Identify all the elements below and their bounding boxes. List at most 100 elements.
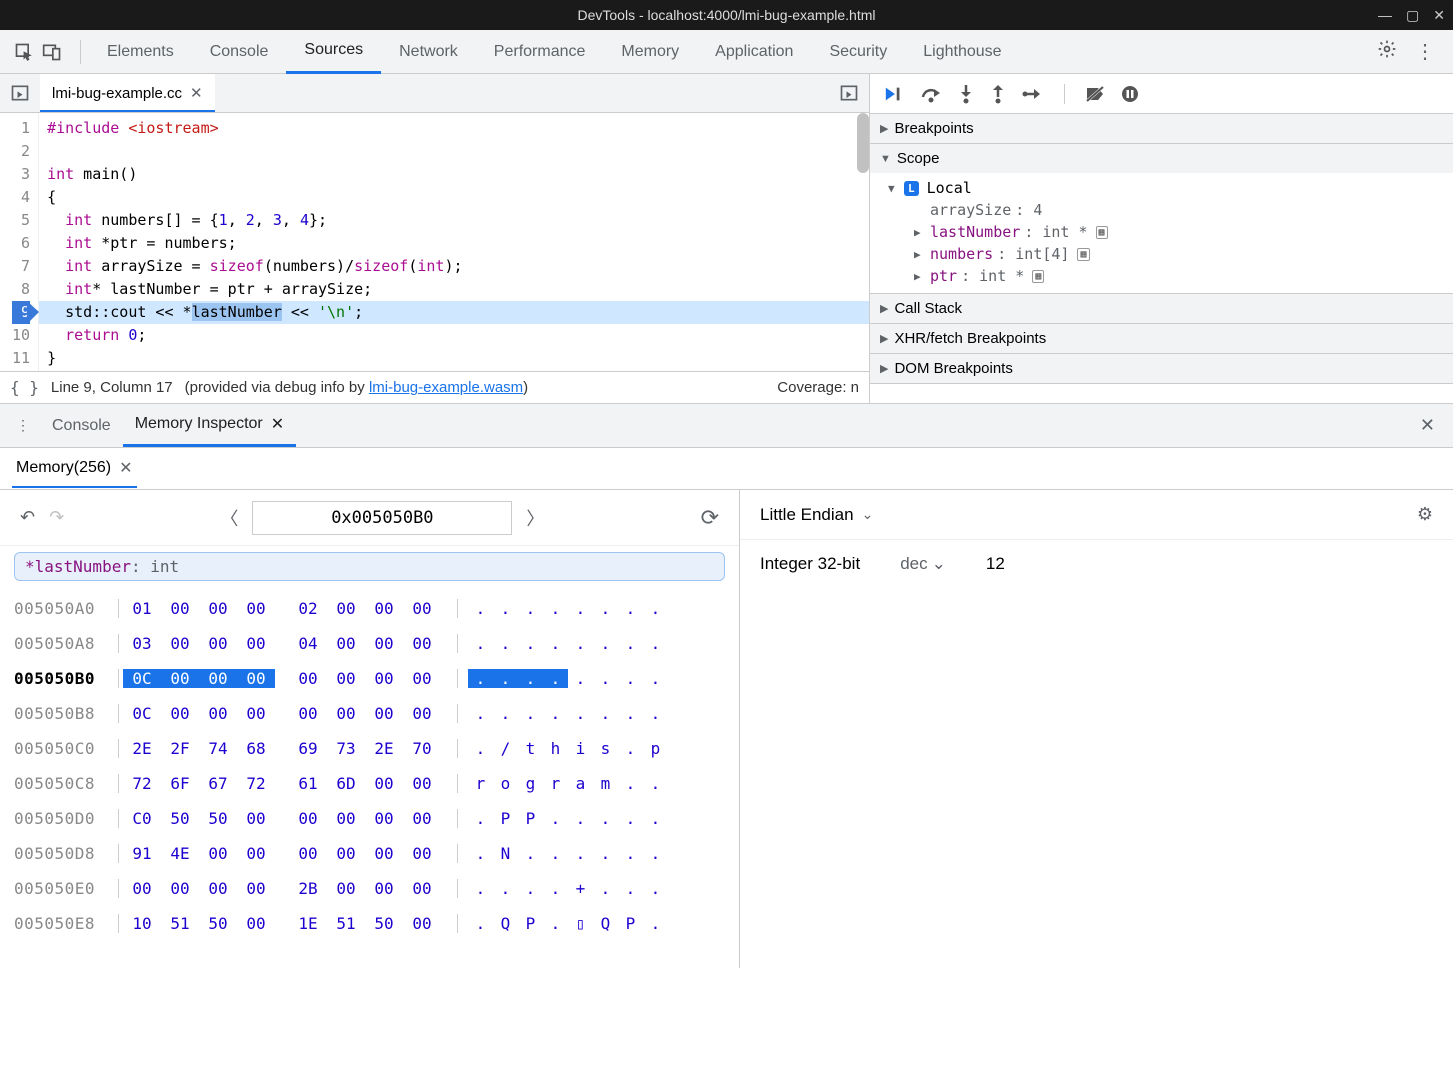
tab-console[interactable]: Console [192,30,287,74]
memory-tab-row: Memory(256) ✕ [0,448,1453,490]
tab-network[interactable]: Network [381,30,476,74]
hex-row[interactable]: 005050E8105150001E515000.QP.▯QP. [14,906,725,941]
maximize-button[interactable]: ▢ [1406,7,1419,24]
cursor-position: Line 9, Column 17 [51,379,173,396]
step-over-icon[interactable] [920,85,942,103]
redo-icon[interactable]: ↷ [49,507,64,528]
memory-icon[interactable]: ▦ [1077,248,1089,261]
hex-row[interactable]: 005050B00C00000000000000........ [14,661,725,696]
pause-exceptions-icon[interactable] [1121,85,1139,103]
code-line[interactable]: std::cout << *lastNumber << '\n'; [39,301,869,324]
code-line[interactable] [39,370,869,371]
step-into-icon[interactable] [958,84,974,104]
code-editor[interactable]: 123456789101112 #include <iostream>int m… [0,113,869,371]
step-icon[interactable] [1022,86,1044,102]
code-line[interactable]: int *ptr = numbers; [39,232,869,255]
highlight-chip[interactable]: *lastNumber: int [14,552,725,581]
drawer-menu-icon[interactable]: ⋮ [6,417,40,434]
code-line[interactable]: #include <iostream> [39,117,869,140]
inspect-element-icon[interactable] [14,42,34,62]
breakpoints-section[interactable]: ▶Breakpoints [870,114,1453,143]
scope-tree: ▼LLocal arraySize: 4▶lastNumber: int *▦▶… [870,173,1453,293]
hex-row[interactable]: 005050A00100000002000000........ [14,591,725,626]
settings-icon[interactable]: ⚙ [1417,504,1433,525]
hex-row[interactable]: 005050D8914E000000000000.N...... [14,836,725,871]
scope-var[interactable]: arraySize: 4 [914,199,1453,221]
settings-icon[interactable] [1377,39,1397,64]
prev-page-icon[interactable]: 〈 [220,505,238,531]
tab-security[interactable]: Security [811,30,905,74]
code-line[interactable]: int arraySize = sizeof(numbers)/sizeof(i… [39,255,869,278]
value-type-label: Integer 32-bit [760,554,860,574]
chevron-down-icon: ⌄ [932,554,946,574]
refresh-icon[interactable]: ⟳ [701,505,719,531]
close-button[interactable]: ✕ [1433,7,1445,24]
drawer-tab-console[interactable]: Console [40,407,123,445]
close-icon[interactable]: ✕ [190,84,203,102]
memory-toolbar: ↶ ↷ 〈 〉 ⟳ [0,490,739,546]
code-line[interactable]: return 0; [39,324,869,347]
code-line[interactable]: { [39,186,869,209]
scope-local[interactable]: ▼LLocal [888,177,1453,199]
close-icon[interactable]: ✕ [271,414,284,434]
tab-application[interactable]: Application [697,30,811,74]
step-out-icon[interactable] [990,84,1006,104]
tab-performance[interactable]: Performance [476,30,604,74]
next-page-icon[interactable]: 〉 [526,505,544,531]
memory-icon[interactable]: ▦ [1096,226,1108,239]
hex-row[interactable]: 005050D0C050500000000000.PP..... [14,801,725,836]
code-line[interactable]: int numbers[] = {1, 2, 3, 4}; [39,209,869,232]
tab-sources[interactable]: Sources [286,30,381,74]
debug-toolbar [870,74,1453,114]
drawer-tabbar: ⋮ Console Memory Inspector✕ ✕ [0,404,1453,448]
scope-section[interactable]: ▼Scope [870,144,1453,173]
window-title: DevTools - localhost:4000/lmi-bug-exampl… [577,7,875,23]
scope-var[interactable]: ▶lastNumber: int *▦ [914,221,1453,243]
status-bar: { } Line 9, Column 17 (provided via debu… [0,371,869,403]
drawer-close-icon[interactable]: ✕ [1420,415,1447,436]
memory-icon[interactable]: ▦ [1032,270,1044,283]
hex-row[interactable]: 005050A80300000004000000........ [14,626,725,661]
coverage-label: Coverage: n [777,379,859,396]
hex-row[interactable]: 005050B80C00000000000000........ [14,696,725,731]
device-toggle-icon[interactable] [42,42,62,62]
undo-icon[interactable]: ↶ [20,507,35,528]
hex-row[interactable]: 005050C8726F6772616D0000rogram.. [14,766,725,801]
close-icon[interactable]: ✕ [119,458,132,478]
interpreted-value: 12 [986,554,1005,574]
tab-elements[interactable]: Elements [89,30,192,74]
endian-selector[interactable]: Little Endian ⌄ ⚙ [740,490,1453,540]
code-line[interactable] [39,140,869,163]
debugger-toggle-icon[interactable] [839,83,869,103]
address-input[interactable] [252,501,512,535]
main-tabbar: ElementsConsoleSourcesNetworkPerformance… [0,30,1453,74]
code-line[interactable]: int main() [39,163,869,186]
titlebar: DevTools - localhost:4000/lmi-bug-exampl… [0,0,1453,30]
scrollbar[interactable] [857,113,869,173]
chevron-down-icon: ⌄ [862,506,874,523]
xhr-section[interactable]: ▶XHR/fetch Breakpoints [870,324,1453,353]
deactivate-breakpoints-icon[interactable] [1085,85,1105,103]
hex-viewer[interactable]: 005050A00100000002000000........005050A8… [0,587,739,945]
pretty-print-icon[interactable]: { } [10,378,39,397]
minimize-button[interactable]: — [1378,7,1392,24]
more-icon[interactable]: ⋮ [1415,39,1435,64]
tab-lighthouse[interactable]: Lighthouse [905,30,1019,74]
hex-row[interactable]: 005050C02E2F746869732E70./this.p [14,731,725,766]
tab-memory[interactable]: Memory [603,30,697,74]
callstack-section[interactable]: ▶Call Stack [870,294,1453,323]
navigator-toggle-icon[interactable] [0,83,40,103]
drawer-tab-memory-inspector[interactable]: Memory Inspector✕ [123,404,296,447]
scope-var[interactable]: ▶numbers: int[4]▦ [914,243,1453,265]
debug-info-link[interactable]: lmi-bug-example.wasm [369,379,523,396]
dom-section[interactable]: ▶DOM Breakpoints [870,354,1453,383]
scope-var[interactable]: ▶ptr: int *▦ [914,265,1453,287]
code-line[interactable]: } [39,347,869,370]
file-tab-name: lmi-bug-example.cc [52,85,182,102]
format-selector[interactable]: dec⌄ [900,554,946,574]
file-tab[interactable]: lmi-bug-example.cc ✕ [40,74,215,112]
hex-row[interactable]: 005050E0000000002B000000....+... [14,871,725,906]
code-line[interactable]: int* lastNumber = ptr + arraySize; [39,278,869,301]
memory-tab[interactable]: Memory(256) ✕ [12,450,137,488]
resume-icon[interactable] [884,85,904,103]
